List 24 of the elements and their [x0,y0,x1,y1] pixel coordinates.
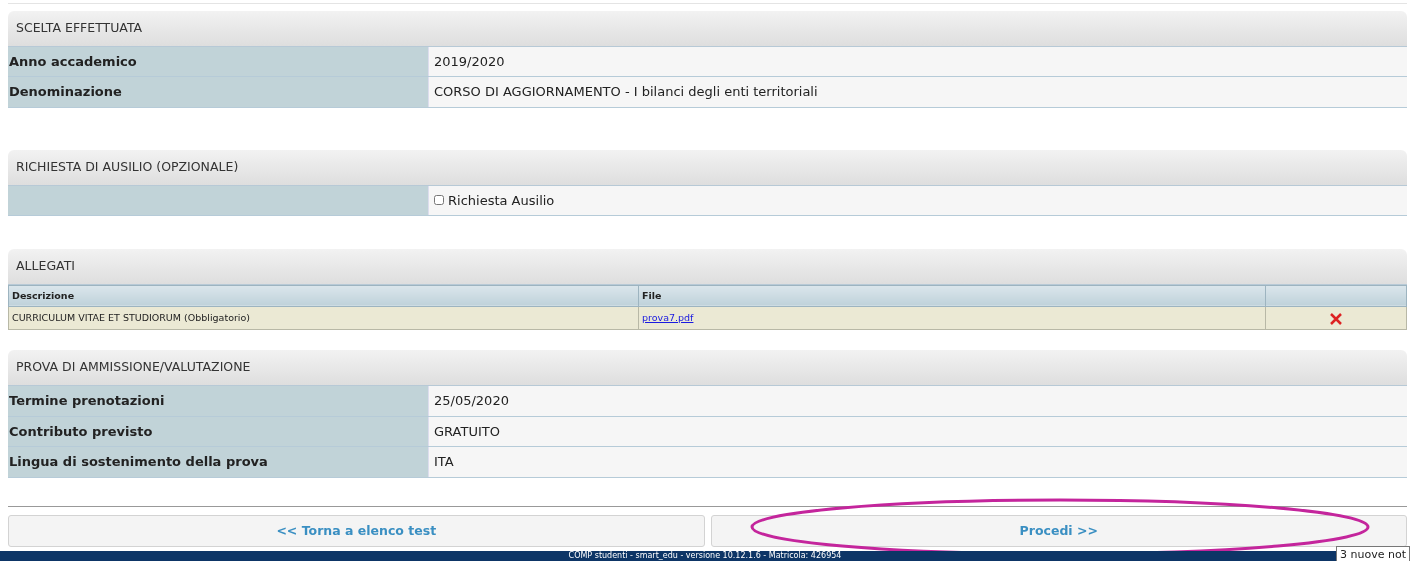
column-header: Descrizione [8,285,639,307]
tooltip: 3 nuove not [1336,546,1410,561]
checkbox[interactable] [434,195,444,206]
table-cell: CURRICULUM VITAE ET STUDIORUM (Obbligatorio) [8,306,639,330]
field-label: Termine prenotazioni [8,386,428,416]
section-header: PROVA DI AMMISSIONE/VALUTAZIONE [8,350,1407,386]
field-value: ITA [428,447,1407,477]
column-header: File [638,285,1266,307]
field-value: 2019/2020 [428,46,1407,77]
field-label: Contributo previsto [8,416,428,446]
field-value: 25/05/2020 [428,386,1407,416]
field-value: GRATUITO [428,416,1407,446]
field-label: Lingua di sostenimento della prova [8,447,428,477]
checkbox-label: Richiesta Ausilio [448,191,555,210]
nav-button[interactable]: << Torna a elenco test [8,514,705,548]
section-header: SCELTA EFFETTUATA [8,11,1407,47]
field-value: CORSO DI AGGIORNAMENTO - I bilanci degli enti territoriali [428,77,1407,107]
field-label: Denominazione [8,77,428,107]
file-link[interactable]: prova7.pdf [642,312,694,323]
nav-button[interactable]: Procedi >> [710,514,1407,548]
section-header: ALLEGATI [8,249,1407,285]
section-header: RICHIESTA DI AUSILIO (OPZIONALE) [8,149,1407,186]
delete-icon[interactable] [1330,312,1342,325]
field-label: Anno accademico [8,46,428,77]
